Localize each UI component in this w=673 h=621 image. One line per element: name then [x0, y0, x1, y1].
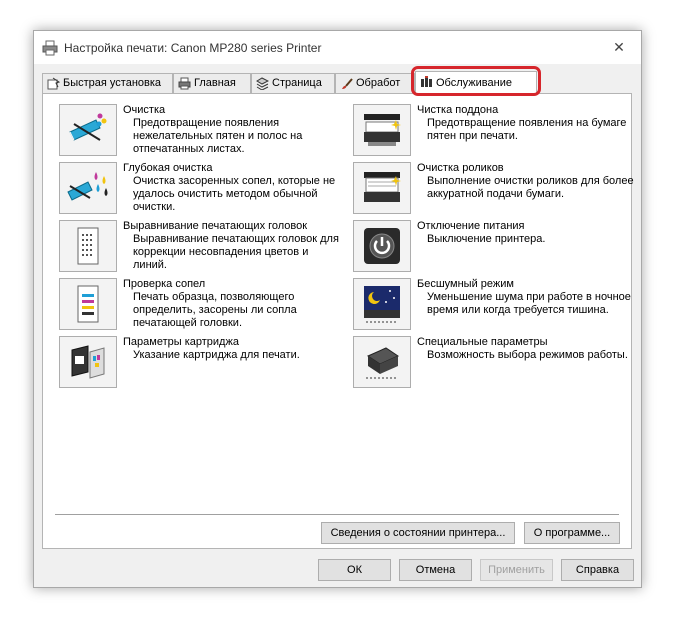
quiet-mode-icon [364, 286, 400, 323]
item-roller-cleaning: Очистка роликов Выполнение очистки ролик… [353, 162, 634, 218]
apply-button[interactable]: Применить [480, 559, 553, 581]
tab-page[interactable]: Страница [251, 73, 335, 93]
item-description: Предотвращение появления на бумаге пятен… [427, 117, 627, 142]
tab-label: Быстрая установка [63, 77, 162, 89]
tab-strip: Быстрая установка Главная Страница Обраб… [42, 71, 632, 95]
custom-settings-button[interactable] [353, 336, 411, 388]
quick-setup-icon [47, 77, 60, 90]
printer-icon [42, 40, 58, 56]
item-custom-settings: Специальные параметры Возможность выбора… [353, 336, 633, 392]
item-title: Очистка [123, 104, 166, 116]
effects-brush-icon [342, 78, 353, 89]
item-description: Возможность выбора режимов работы. [427, 349, 628, 361]
item-description: Печать образца, позволяющего определить,… [133, 291, 297, 329]
close-button[interactable]: ✕ [597, 31, 641, 64]
item-cleaning: Очистка Предотвращение появления нежелат… [59, 104, 339, 160]
cleaning-button[interactable] [59, 104, 117, 156]
title-bar: Настройка печати: Canon MP280 series Pri… [34, 31, 641, 64]
roller-cleaning-icon [364, 172, 401, 202]
main-printer-icon [178, 77, 191, 90]
head-alignment-icon [77, 227, 99, 265]
page-layers-icon [256, 77, 269, 90]
item-description: Выполнение очистки роликов для более акк… [427, 175, 634, 200]
deep-cleaning-icon [67, 172, 108, 201]
panel-divider [55, 514, 619, 516]
item-bottom-plate-cleaning: Чистка поддона Предотвращение появления … [353, 104, 633, 160]
tab-quick-setup[interactable]: Быстрая установка [42, 73, 173, 93]
nozzle-check-icon [77, 285, 99, 323]
ok-button[interactable]: ОК [318, 559, 391, 581]
bottom-plate-cleaning-icon [364, 114, 401, 146]
window-title: Настройка печати: Canon MP280 series Pri… [64, 41, 322, 55]
quiet-mode-button[interactable] [353, 278, 411, 330]
cancel-button[interactable]: Отмена [399, 559, 472, 581]
item-title: Отключение питания [417, 220, 525, 232]
maintenance-panel: Очистка Предотвращение появления нежелат… [42, 93, 634, 549]
item-description: Выравнивание печатающих головок для корр… [133, 233, 339, 271]
item-description: Указание картриджа для печати. [133, 349, 300, 361]
item-title: Параметры картриджа [123, 336, 239, 348]
custom-settings-icon [366, 347, 400, 379]
close-icon: ✕ [613, 39, 625, 55]
head-alignment-button[interactable] [59, 220, 117, 272]
print-settings-dialog: Настройка печати: Canon MP280 series Pri… [33, 30, 642, 588]
roller-cleaning-button[interactable] [353, 162, 411, 214]
item-description: Очистка засоренных сопел, которые не уда… [133, 175, 336, 213]
item-title: Бесшумный режим [417, 278, 514, 290]
item-title: Специальные параметры [417, 336, 548, 348]
tab-label: Страница [272, 77, 322, 89]
item-cartridge-settings: Параметры картриджа Указание картриджа д… [59, 336, 339, 392]
bottom-plate-cleaning-button[interactable] [353, 104, 411, 156]
item-quiet-mode: Бесшумный режим Уменьшение шума при рабо… [353, 278, 633, 334]
cleaning-icon [69, 113, 107, 141]
item-power-off: Отключение питания Выключение принтера. [353, 220, 633, 276]
nozzle-check-button[interactable] [59, 278, 117, 330]
item-title: Глубокая очистка [123, 162, 213, 174]
printer-status-button[interactable]: Сведения о состоянии принтера... [321, 522, 515, 544]
item-title: Выравнивание печатающих головок [123, 220, 308, 232]
item-nozzle-check: Проверка сопел Печать образца, позволяющ… [59, 278, 339, 334]
tab-highlight-annotation [411, 66, 541, 96]
cartridge-settings-button[interactable] [59, 336, 117, 388]
item-description: Уменьшение шума при работе в ночное врем… [427, 291, 631, 316]
item-title: Проверка сопел [123, 278, 206, 290]
tab-main[interactable]: Главная [173, 73, 251, 93]
tab-label: Обработ [356, 77, 401, 89]
power-off-icon [364, 228, 400, 264]
item-title: Чистка поддона [417, 104, 499, 116]
item-title: Очистка роликов [417, 162, 504, 174]
item-description: Предотвращение появления нежелательных п… [133, 117, 303, 155]
tab-effects[interactable]: Обработ [335, 73, 415, 93]
item-description: Выключение принтера. [427, 233, 546, 245]
power-off-button[interactable] [353, 220, 411, 272]
item-deep-cleaning: Глубокая очистка Очистка засоренных сопе… [59, 162, 339, 218]
item-head-alignment: Выравнивание печатающих головок Выравнив… [59, 220, 339, 276]
cartridge-settings-icon [71, 345, 105, 379]
deep-cleaning-button[interactable] [59, 162, 117, 214]
about-button[interactable]: О программе... [524, 522, 620, 544]
help-button[interactable]: Справка [561, 559, 634, 581]
tab-label: Главная [194, 77, 236, 89]
